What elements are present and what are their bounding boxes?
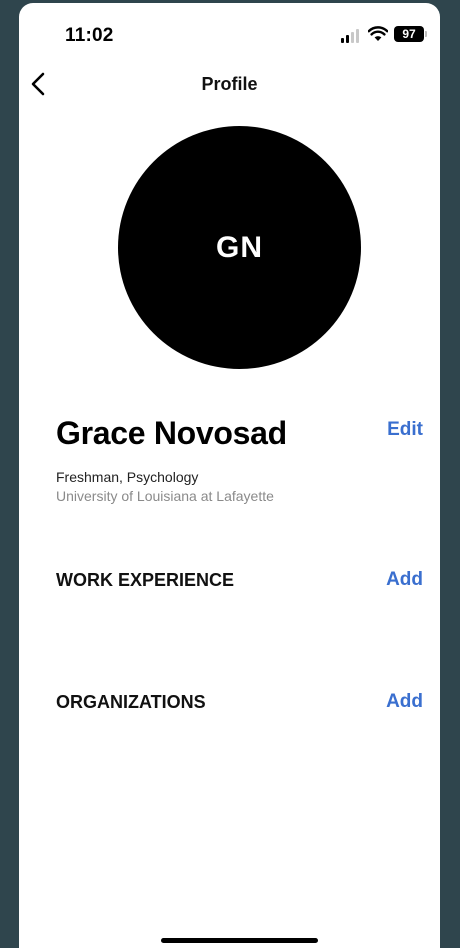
battery-icon: 97 (394, 26, 424, 42)
home-indicator[interactable] (161, 938, 318, 943)
add-organization-button[interactable]: Add (386, 691, 423, 713)
status-time: 11:02 (65, 25, 114, 46)
avatar[interactable]: GN (118, 126, 361, 369)
edit-profile-button[interactable]: Edit (387, 419, 423, 441)
device-backdrop: 11:02 97 Profile GN Grace Novosad Edit F… (0, 0, 460, 948)
profile-year-major: Freshman, Psychology (56, 469, 199, 485)
organizations-heading: ORGANIZATIONS (56, 692, 206, 712)
app-screen: 11:02 97 Profile GN Grace Novosad Edit F… (19, 3, 440, 948)
profile-name: Grace Novosad (56, 415, 287, 451)
wifi-icon (368, 26, 388, 41)
avatar-initials: GN (216, 230, 263, 264)
status-icons: 97 (341, 25, 431, 45)
work-experience-heading: WORK EXPERIENCE (56, 570, 235, 590)
battery-cap (425, 31, 427, 37)
profile-school: University of Louisiana at Lafayette (56, 488, 274, 504)
page-title: Profile (201, 74, 258, 94)
add-work-experience-button[interactable]: Add (386, 569, 423, 591)
